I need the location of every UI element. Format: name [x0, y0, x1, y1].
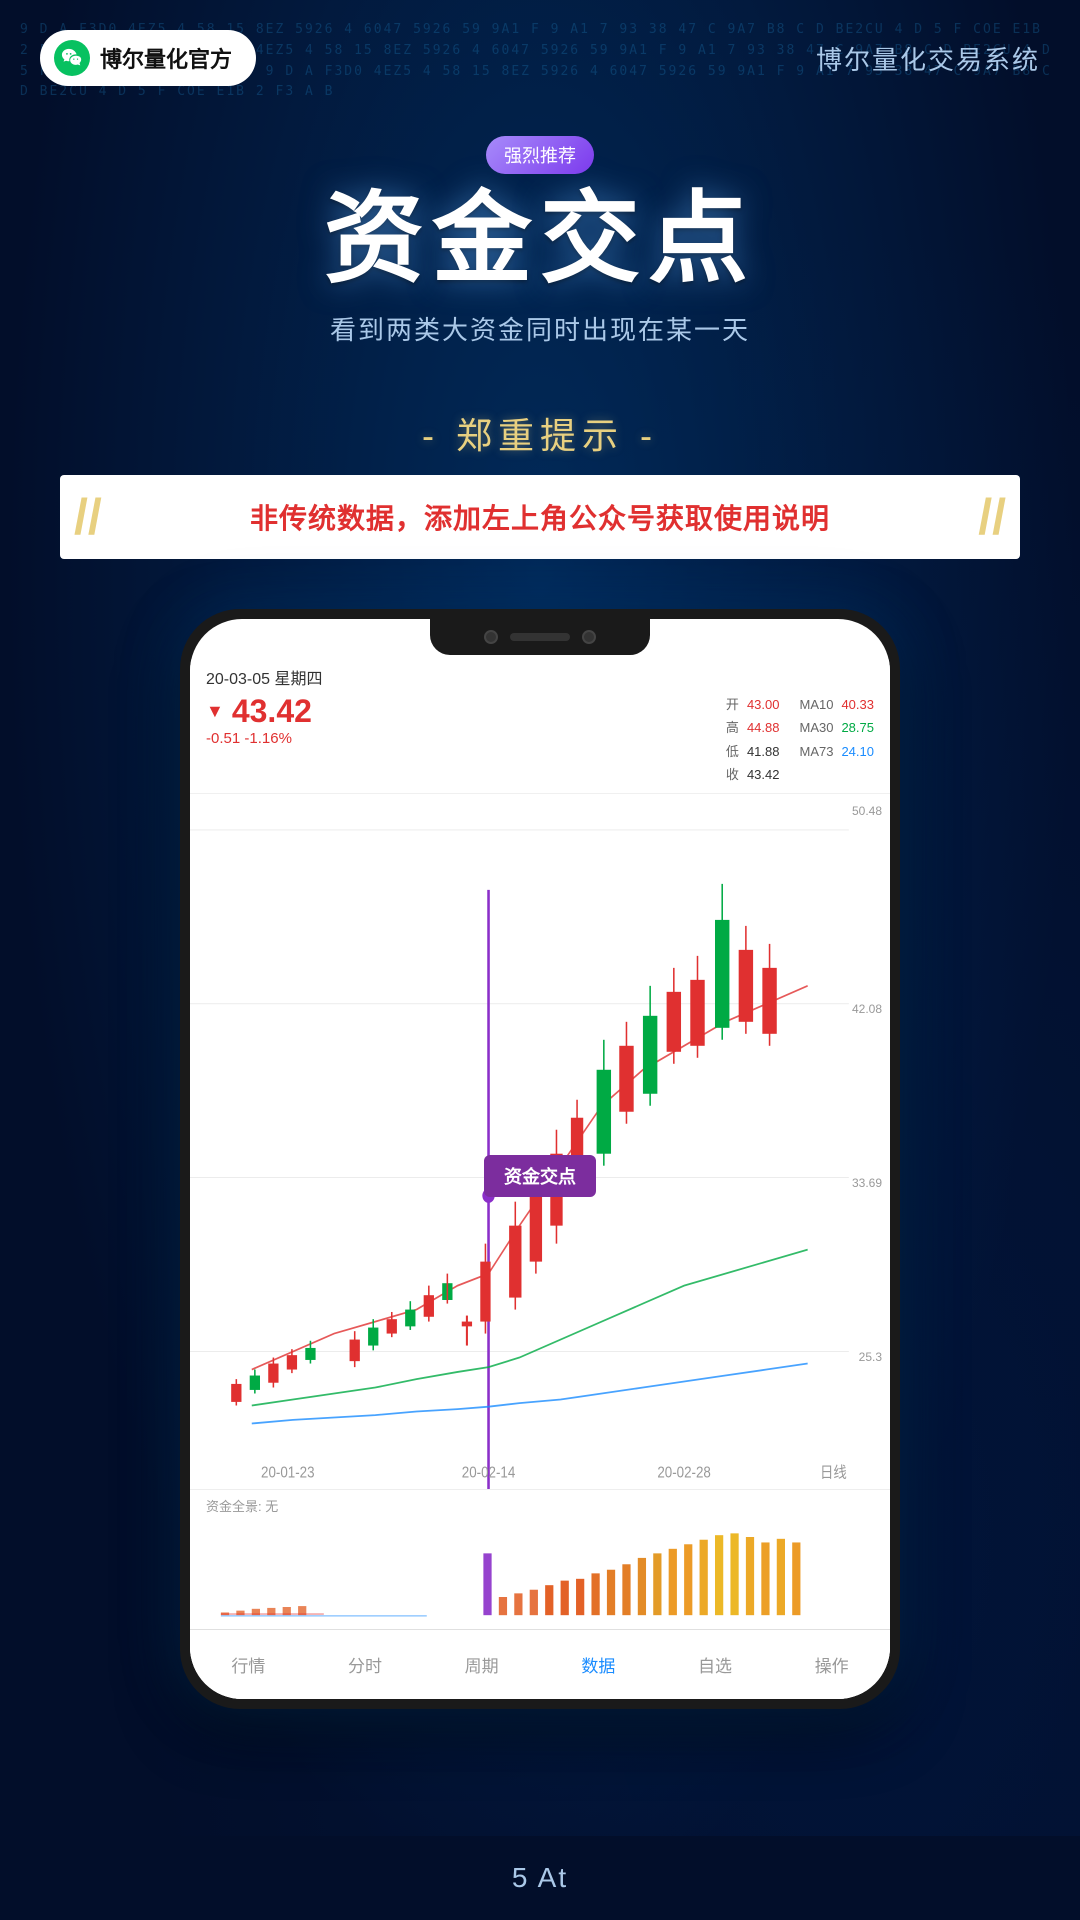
bottom-bar: 5 At — [0, 1836, 1080, 1920]
stock-price-row: ▼ 43.42 — [206, 693, 706, 730]
y-label-2: 42.08 — [852, 1002, 882, 1016]
nav-item-zixuan[interactable]: 自选 — [657, 1652, 774, 1677]
nav-label-zhouqi: 周期 — [465, 1652, 499, 1677]
warning-section: - 郑重提示 - 非传统数据，添加左上角公众号获取使用说明 — [0, 407, 1080, 559]
front-camera — [484, 630, 498, 644]
phone-inner: 20-03-05 星期四 ▼ 43.42 -0.51 -1.16% — [190, 619, 890, 1699]
zjjd-tooltip: 资金交点 — [484, 1155, 596, 1197]
svg-text:日线: 日线 — [820, 1463, 847, 1481]
top-bar: 博尔量化官方 博尔量化交易系统 — [0, 0, 1080, 106]
svg-text:20-02-14: 20-02-14 — [462, 1464, 516, 1481]
speaker — [510, 633, 570, 641]
ma30-row: MA30 28.75 — [799, 716, 874, 739]
nav-item-hangqing[interactable]: 行情 — [190, 1652, 307, 1677]
nav-label-zixuan: 自选 — [698, 1652, 732, 1677]
chart-area: 50.48 42.08 33.69 25.3 资金交点 — [190, 794, 890, 1489]
bottom-panel: 资金全景: 无 — [190, 1489, 890, 1699]
wechat-label: 博尔量化官方 — [100, 42, 232, 74]
nav-label-fenshi: 分时 — [348, 1652, 382, 1677]
nav-item-caozuo[interactable]: 操作 — [773, 1652, 890, 1677]
warning-banner: 非传统数据，添加左上角公众号获取使用说明 — [60, 475, 1020, 559]
stock-labels: 开 高 低 收 — [726, 693, 739, 787]
price-arrow: ▼ — [206, 701, 224, 722]
y-label-3: 33.69 — [852, 1176, 882, 1190]
stock-header: 20-03-05 星期四 ▼ 43.42 -0.51 -1.16% — [190, 659, 890, 794]
phone-mockup: 20-03-05 星期四 ▼ 43.42 -0.51 -1.16% — [0, 609, 1080, 1709]
system-title: 博尔量化交易系统 — [816, 40, 1040, 77]
zhengzhong-title: - 郑重提示 - — [40, 407, 1040, 459]
stock-price: 43.42 — [232, 693, 312, 730]
stock-info-row: ▼ 43.42 -0.51 -1.16% 开 高 低 — [206, 693, 874, 787]
y-label-bottom: 25.3 — [859, 1350, 882, 1364]
nav-label-shuju: 数据 — [581, 1652, 615, 1677]
bottom-text: 5 At — [512, 1862, 568, 1894]
nav-item-shuju[interactable]: 数据 — [540, 1652, 657, 1677]
nav-item-fenshi[interactable]: 分时 — [307, 1652, 424, 1677]
hero-section: 强烈推荐 资金交点 看到两类大资金同时出现在某一天 — [0, 106, 1080, 407]
svg-text:20-02-28: 20-02-28 — [657, 1464, 711, 1481]
phone-content: 20-03-05 星期四 ▼ 43.42 -0.51 -1.16% — [190, 619, 890, 1699]
stock-ma: MA10 40.33 MA30 28.75 MA73 24.10 — [799, 693, 874, 763]
svg-text:20-01-23: 20-01-23 — [261, 1464, 315, 1481]
wechat-button[interactable]: 博尔量化官方 — [40, 30, 256, 86]
hero-subtitle: 看到两类大资金同时出现在某一天 — [40, 310, 1040, 347]
phone-outer: 20-03-05 星期四 ▼ 43.42 -0.51 -1.16% — [180, 609, 900, 1709]
stock-date: 20-03-05 星期四 — [206, 665, 874, 689]
fund-label: 资金全景: 无 — [190, 1490, 890, 1517]
sensor — [582, 630, 596, 644]
stock-change: -0.51 -1.16% — [206, 730, 706, 747]
nav-item-zhouqi[interactable]: 周期 — [423, 1652, 540, 1677]
recommend-badge: 强烈推荐 — [486, 136, 594, 174]
nav-label-hangqing: 行情 — [231, 1652, 265, 1677]
candlestick-svg: 20-01-23 20-02-14 20-02-28 日线 — [190, 794, 890, 1489]
stock-left: ▼ 43.42 -0.51 -1.16% — [206, 693, 706, 747]
volume-chart — [190, 1517, 890, 1617]
y-label-top: 50.48 — [852, 804, 882, 818]
stock-values: 43.00 44.88 41.88 43.42 — [747, 693, 780, 787]
hero-title: 资金交点 — [40, 184, 1040, 294]
warning-text: 非传统数据，添加左上角公众号获取使用说明 — [250, 503, 830, 534]
nav-label-caozuo: 操作 — [815, 1652, 849, 1677]
phone-notch — [430, 619, 650, 655]
wechat-icon — [54, 40, 90, 76]
ma73-row: MA73 24.10 — [799, 740, 874, 763]
ma10-row: MA10 40.33 — [799, 693, 874, 716]
bottom-nav: 行情 分时 周期 数据 自选 — [190, 1629, 890, 1699]
